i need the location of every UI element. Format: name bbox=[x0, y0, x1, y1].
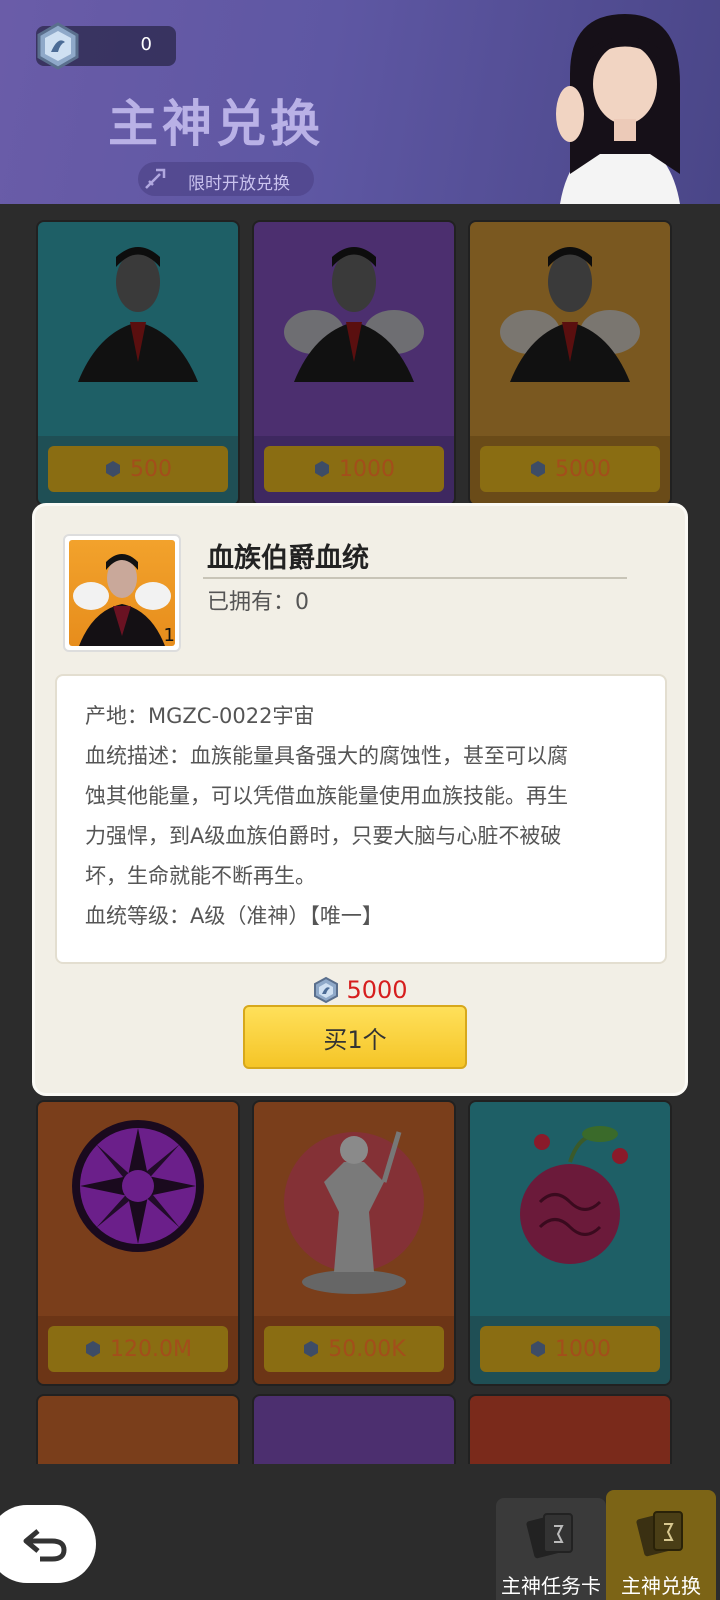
item-name: 血族伯爵血统 bbox=[207, 543, 369, 574]
gem-icon bbox=[304, 1341, 319, 1357]
origin-text: 产地：MGZC-0022宇宙 bbox=[85, 704, 315, 728]
exchange-card[interactable]: 500 bbox=[38, 222, 238, 504]
item-count: 1 bbox=[163, 625, 175, 646]
back-button[interactable] bbox=[0, 1505, 96, 1583]
warrior-statue-image bbox=[284, 1131, 424, 1294]
gem-icon bbox=[106, 461, 120, 477]
card-stack-icon bbox=[526, 1513, 573, 1559]
gem-icon bbox=[531, 1341, 545, 1357]
description-text: 坏，生命就能不断再生。 bbox=[85, 864, 316, 888]
tab-task-cards[interactable]: 主神任务卡 bbox=[496, 1498, 606, 1600]
price-tag: 50.00K bbox=[264, 1326, 444, 1372]
subtitle: 限时开放兑换 bbox=[188, 174, 290, 194]
currency-display: 0 bbox=[36, 22, 176, 70]
exchange-card[interactable]: 5000 bbox=[470, 222, 670, 504]
devil-fruit-image bbox=[520, 1126, 628, 1264]
back-arrow-icon bbox=[23, 1529, 67, 1562]
exchange-card[interactable]: 120.0M bbox=[38, 1102, 238, 1384]
vampire-bust-image bbox=[500, 247, 640, 382]
vampire-bust-image bbox=[284, 247, 424, 382]
cost-value: 5000 bbox=[346, 976, 408, 1004]
card-art bbox=[470, 222, 670, 436]
tab-label: 主神任务卡 bbox=[501, 1574, 601, 1598]
owned-count: 已拥有：0 bbox=[207, 590, 309, 615]
price-tag: 120.0M bbox=[48, 1326, 228, 1372]
gem-icon bbox=[86, 1341, 101, 1357]
sword-icon bbox=[145, 168, 166, 189]
character-portrait bbox=[556, 14, 680, 204]
exchange-card[interactable] bbox=[470, 1396, 670, 1464]
tab-label: 主神兑换 bbox=[621, 1574, 701, 1598]
gem-icon bbox=[315, 461, 329, 477]
currency-value: 0 bbox=[140, 34, 152, 55]
exchange-card[interactable] bbox=[254, 1396, 454, 1464]
price-tag: 1000 bbox=[480, 1326, 660, 1372]
gem-icon bbox=[531, 461, 545, 477]
cost-display: 5000 bbox=[35, 970, 685, 1010]
exchange-card[interactable] bbox=[38, 1396, 238, 1464]
header: 0 主神兑换 限时开放兑换 bbox=[0, 0, 720, 204]
price-tag: 500 bbox=[48, 446, 228, 492]
item-thumbnail: 1 bbox=[63, 534, 181, 652]
gem-icon bbox=[37, 22, 79, 70]
purple-star-emblem-image bbox=[72, 1120, 204, 1252]
card-art bbox=[254, 1102, 454, 1316]
card-art bbox=[38, 222, 238, 436]
price-tag: 1000 bbox=[264, 446, 444, 492]
page-title: 主神兑换 bbox=[108, 95, 324, 153]
vampire-bust-image bbox=[78, 247, 198, 382]
description-text: 蚀其他能量，可以凭借血族能量使用血族技能。再生 bbox=[85, 784, 568, 808]
description-panel[interactable]: 产地：MGZC-0022宇宙 血统描述：血族能量具备强大的腐蚀性，甚至可以腐 蚀… bbox=[55, 674, 667, 964]
description-text: 血统描述：血族能量具备强大的腐蚀性，甚至可以腐 bbox=[85, 744, 568, 768]
exchange-card[interactable]: 1000 bbox=[254, 222, 454, 504]
gem-icon bbox=[314, 976, 339, 1004]
item-detail-dialog: 1 血族伯爵血统 已拥有：0 产地：MGZC-0022宇宙 血统描述：血族能量具… bbox=[32, 503, 688, 1096]
buy-one-button[interactable]: 买1个 bbox=[243, 1005, 467, 1069]
divider bbox=[203, 577, 627, 579]
vampire-portrait-image bbox=[73, 554, 171, 646]
card-art bbox=[254, 222, 454, 436]
price-tag: 5000 bbox=[480, 446, 660, 492]
exchange-card[interactable]: 1000 bbox=[470, 1102, 670, 1384]
exchange-card[interactable]: 50.00K bbox=[254, 1102, 454, 1384]
description-text: 力强悍，到A级血族伯爵时，只要大脑与心脏不被破 bbox=[85, 824, 562, 848]
card-art bbox=[470, 1102, 670, 1316]
tab-exchange[interactable]: 主神兑换 bbox=[606, 1490, 716, 1600]
rank-text: 血统等级：A级（准神）【唯一】 bbox=[85, 904, 383, 928]
card-stack-icon bbox=[636, 1511, 683, 1557]
limited-exchange-badge: 限时开放兑换 bbox=[138, 162, 314, 196]
card-art bbox=[38, 1102, 238, 1316]
